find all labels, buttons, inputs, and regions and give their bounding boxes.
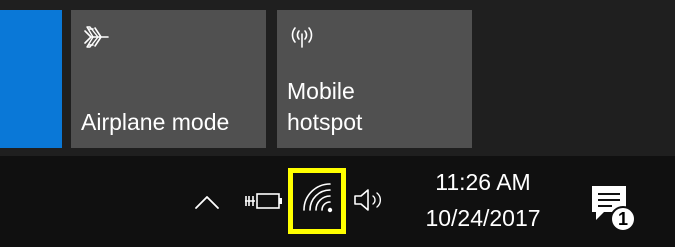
clock-time: 11:26 AM [435,169,531,195]
notification-count-badge: 1 [610,206,636,232]
chevron-up-icon[interactable] [192,191,222,213]
battery-plug-icon[interactable] [243,188,285,214]
wifi-icon[interactable] [300,180,336,216]
mobile-hotspot-label: Mobile hotspot [287,78,363,135]
airplane-icon [84,26,109,48]
screen: Airplane mode Mobile hotspot 11:26 AM 10… [0,0,675,247]
quick-actions-panel: Airplane mode Mobile hotspot [0,0,675,156]
clock-date: 10/24/2017 [425,205,541,231]
mobile-hotspot-tile[interactable]: Mobile hotspot [277,10,472,148]
speaker-icon[interactable] [352,186,390,214]
clock[interactable]: 11:26 AM 10/24/2017 [410,166,556,238]
airplane-mode-label: Airplane mode [81,109,230,135]
airplane-mode-tile[interactable]: Airplane mode [71,10,266,148]
hotspot-icon [291,27,313,48]
quick-action-tile-active[interactable] [0,10,62,148]
taskbar: 11:26 AM 10/24/2017 1 [0,156,675,247]
